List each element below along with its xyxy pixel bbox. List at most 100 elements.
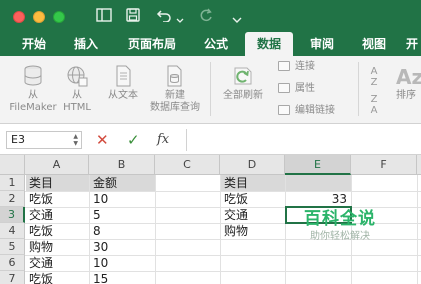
cell-e2[interactable]: 33	[286, 191, 351, 207]
watermark-title: 百科全说	[304, 209, 376, 229]
refresh-all-button[interactable]: 全部刷新	[218, 64, 268, 102]
cell-b4[interactable]: 8	[90, 223, 155, 239]
name-box[interactable]: E3 ▲ ▼	[6, 131, 82, 149]
ribbon-tabs: 开始 插入 页面布局 公式 数据 审阅 视图 开	[0, 32, 421, 56]
tab-formulas[interactable]: 公式	[194, 32, 238, 56]
cell-b2[interactable]: 10	[90, 191, 155, 207]
tab-developer[interactable]: 开	[403, 32, 421, 56]
formula-input[interactable]	[186, 129, 421, 151]
sort-ascending-button[interactable]: AZ ZA	[364, 66, 384, 116]
connections-label: 连接	[295, 61, 315, 72]
connections-icon	[278, 61, 290, 71]
row-header-4[interactable]: 4	[0, 223, 25, 239]
tab-page-layout[interactable]: 页面布局	[116, 32, 188, 56]
tab-data[interactable]: 数据	[245, 32, 293, 56]
column-header-f[interactable]: F	[351, 155, 417, 175]
name-box-stepper-icon[interactable]: ▲ ▼	[73, 133, 78, 147]
close-window-button[interactable]	[13, 11, 25, 23]
cell-d3[interactable]: 交通	[221, 207, 285, 223]
name-box-value: E3	[11, 133, 25, 146]
tab-review[interactable]: 审阅	[300, 32, 344, 56]
database-query-icon	[163, 64, 187, 88]
column-header-c[interactable]: C	[155, 155, 220, 175]
new-database-query-button[interactable]: 新建 数据库查询	[147, 64, 203, 114]
cell-a5[interactable]: 购物	[26, 239, 89, 255]
row-header-6[interactable]: 6	[0, 255, 25, 271]
sort-button[interactable]: Az 排序	[396, 64, 421, 102]
row-header-3[interactable]: 3	[0, 207, 25, 223]
from-text-button[interactable]: 从文本	[101, 64, 145, 102]
ribbon-divider	[210, 62, 211, 116]
tab-insert[interactable]: 插入	[64, 32, 108, 56]
row-header-1[interactable]: 1	[0, 175, 25, 191]
properties-button[interactable]: 属性	[278, 83, 315, 95]
cell-b1[interactable]: 金额	[90, 175, 155, 191]
row-header-7[interactable]: 7	[0, 271, 25, 284]
redo-icon[interactable]	[199, 8, 213, 26]
cell-a2[interactable]: 吃饭	[26, 191, 89, 207]
properties-label: 属性	[295, 83, 315, 94]
customize-dropdown-icon[interactable]	[232, 12, 242, 28]
column-header-e[interactable]: E	[285, 155, 351, 175]
database-icon	[21, 64, 45, 88]
sort-az-icon: AZ	[370, 66, 378, 88]
text-file-icon	[111, 64, 135, 88]
tab-view[interactable]: 视图	[352, 32, 396, 56]
new-query-label-2: 数据库查询	[150, 102, 200, 113]
connections-button[interactable]: 连接	[278, 61, 315, 73]
edit-links-label: 编辑链接	[295, 105, 335, 116]
refresh-all-label: 全部刷新	[223, 90, 263, 101]
row-header-5[interactable]: 5	[0, 239, 25, 255]
cell-a6[interactable]: 交通	[26, 255, 89, 271]
from-filemaker-label-2: FileMaker	[9, 102, 57, 113]
cell-b3[interactable]: 5	[90, 207, 155, 223]
cell-a4[interactable]: 吃饭	[26, 223, 89, 239]
cell-e1[interactable]	[286, 175, 351, 191]
ribbon-divider	[358, 62, 359, 116]
globe-icon	[65, 64, 89, 88]
formula-bar: E3 ▲ ▼ ✕ ✓ fx	[0, 125, 421, 155]
cell-d4[interactable]: 购物	[221, 223, 285, 239]
from-filemaker-button[interactable]: 从 FileMaker	[8, 64, 58, 114]
sort-za-icon: ZA	[370, 94, 378, 116]
cell-a1[interactable]: 类目	[26, 175, 89, 191]
column-header-d[interactable]: D	[220, 155, 285, 175]
edit-links-button[interactable]: 编辑链接	[278, 105, 335, 117]
cell-b7[interactable]: 15	[90, 271, 155, 284]
column-header-g[interactable]	[417, 155, 421, 175]
insert-function-icon[interactable]: fx	[157, 131, 169, 149]
from-text-label: 从文本	[108, 90, 138, 101]
cell-a7[interactable]: 吃饭	[26, 271, 89, 284]
from-html-label-1: 从	[72, 90, 82, 101]
cell-d1[interactable]: 类目	[221, 175, 285, 191]
title-bar	[0, 0, 421, 32]
cell-a3[interactable]: 交通	[26, 207, 89, 223]
cell-b6[interactable]: 10	[90, 255, 155, 271]
refresh-icon	[231, 64, 255, 88]
enter-entry-icon[interactable]: ✓	[127, 131, 140, 149]
watermark: 百科全说 助你轻松解决	[283, 208, 397, 258]
data-ribbon: 从 FileMaker 从 HTML 从文本 新建 数据库查询 全部刷新 连接 …	[0, 56, 421, 124]
from-filemaker-label-1: 从	[28, 90, 38, 101]
undo-icon[interactable]	[156, 8, 172, 26]
zoom-window-button[interactable]	[53, 11, 65, 23]
new-query-label-1: 新建	[165, 90, 185, 101]
tab-home[interactable]: 开始	[12, 32, 56, 56]
sort-label: 排序	[396, 90, 416, 101]
undo-dropdown-icon[interactable]	[176, 12, 184, 28]
cell-b5[interactable]: 30	[90, 239, 155, 255]
sidebar-toggle-icon[interactable]	[96, 8, 112, 26]
from-html-button[interactable]: 从 HTML	[60, 64, 94, 114]
save-icon[interactable]	[126, 8, 140, 26]
select-all-corner[interactable]	[0, 155, 25, 175]
cancel-entry-icon[interactable]: ✕	[96, 131, 109, 149]
from-html-label-2: HTML	[63, 102, 91, 113]
cell-d2[interactable]: 吃饭	[221, 191, 285, 207]
minimize-window-button[interactable]	[33, 11, 45, 23]
watermark-subtitle: 助你轻松解决	[310, 231, 370, 242]
column-header-b[interactable]: B	[89, 155, 155, 175]
edit-links-icon	[278, 105, 290, 115]
row-header-2[interactable]: 2	[0, 191, 25, 207]
column-header-a[interactable]: A	[25, 155, 89, 175]
sort-az-large-icon: Az	[396, 65, 421, 89]
